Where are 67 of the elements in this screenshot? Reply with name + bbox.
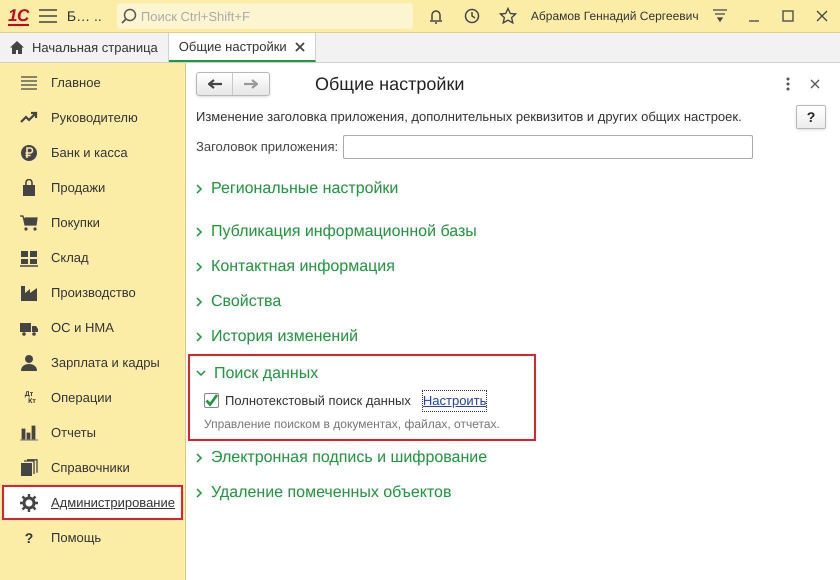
sidebar-item[interactable]: Главное [2,65,183,100]
bar-chart-icon [20,424,38,442]
settings-menu-icon[interactable] [712,8,728,24]
field-label: Заголовок приложения: [196,138,338,156]
grid-icon [20,248,38,266]
menu-icon[interactable] [38,9,57,23]
bag-icon [20,178,38,196]
chevron-right-icon [196,453,203,463]
sidebar-item[interactable]: Отчеты [2,415,183,450]
tab[interactable]: Общие настройки [168,33,316,62]
books-icon [20,458,38,476]
factory-icon [20,284,38,302]
lines-icon [20,74,38,92]
chevron-right-icon [196,332,203,342]
checkbox[interactable] [204,393,219,408]
section-header[interactable]: Электронная подпись и шифрование [196,440,828,476]
chevron-right-icon [196,488,203,498]
ruble-coin-icon [20,144,38,162]
section-header[interactable]: Контактная информация [196,249,828,284]
section-header[interactable]: Свойства [196,284,828,319]
person-icon [20,354,38,372]
form-description: Изменение заголовка приложения, дополнительных реквизитов и других общих настроек. [196,108,742,126]
sidebar-item[interactable]: Производство [2,275,183,310]
section-header[interactable]: Удаление помеченных объектов [196,476,828,510]
chevron-right-icon [196,226,203,236]
sidebar-item[interactable]: Склад [2,240,183,275]
sidebar-item[interactable]: Администрирование [2,485,183,520]
checkbox-label: Полнотекстовый поиск данных [225,392,411,410]
cart-icon [20,214,38,232]
sidebar-item[interactable]: ОС и НМА [2,310,183,345]
section-header[interactable]: Публикация информационной базы [196,214,828,249]
search-icon [120,8,137,24]
section-header[interactable]: Региональные настройки [196,171,828,206]
star-icon[interactable] [498,7,517,25]
form-title: Общие настройки [315,72,464,96]
close-icon[interactable] [814,8,830,24]
chevron-right-icon [196,184,203,194]
maximize-icon[interactable] [780,8,796,24]
help-button[interactable]: ? [796,105,826,129]
sidebar-item[interactable]: Руководителю [2,100,183,135]
app-title: Б… .. [66,6,103,26]
user-name[interactable]: Абрамов Геннадий Сергеевич [530,7,699,25]
sidebar-glyph-icon: ? [20,530,38,544]
app-logo: 1С [8,6,29,26]
search-field[interactable]: Поиск Ctrl+Shift+F [116,3,413,29]
sidebar-item[interactable]: Покупки [2,205,183,240]
left-arrow-icon [208,79,222,89]
app-title-input[interactable] [343,135,754,159]
sidebar-item[interactable]: Зарплата и кадры [2,345,183,380]
sidebar-item[interactable]: ? Помощь [2,520,183,555]
section-header[interactable]: Поиск данных [196,356,534,391]
right-arrow-icon [244,79,258,89]
sidebar-item[interactable]: Банк и касса [2,135,183,170]
section-header[interactable]: История изменений [196,319,828,354]
close-icon[interactable] [810,79,820,89]
more-icon[interactable] [786,77,790,91]
chevron-right-icon [196,296,203,306]
section-note: Управление поиском в документах, файлах, отчетах. [203,416,501,432]
history-icon[interactable] [462,7,481,25]
sidebar-item[interactable]: Продажи [2,170,183,205]
sidebar-item[interactable]: Справочники [2,450,183,485]
gear-icon [20,494,38,512]
configure-link[interactable]: Настроить [422,391,486,410]
home-icon [10,41,24,54]
chevron-right-icon [196,262,203,272]
close-icon[interactable] [294,42,305,52]
chevron-down-icon [196,370,206,377]
